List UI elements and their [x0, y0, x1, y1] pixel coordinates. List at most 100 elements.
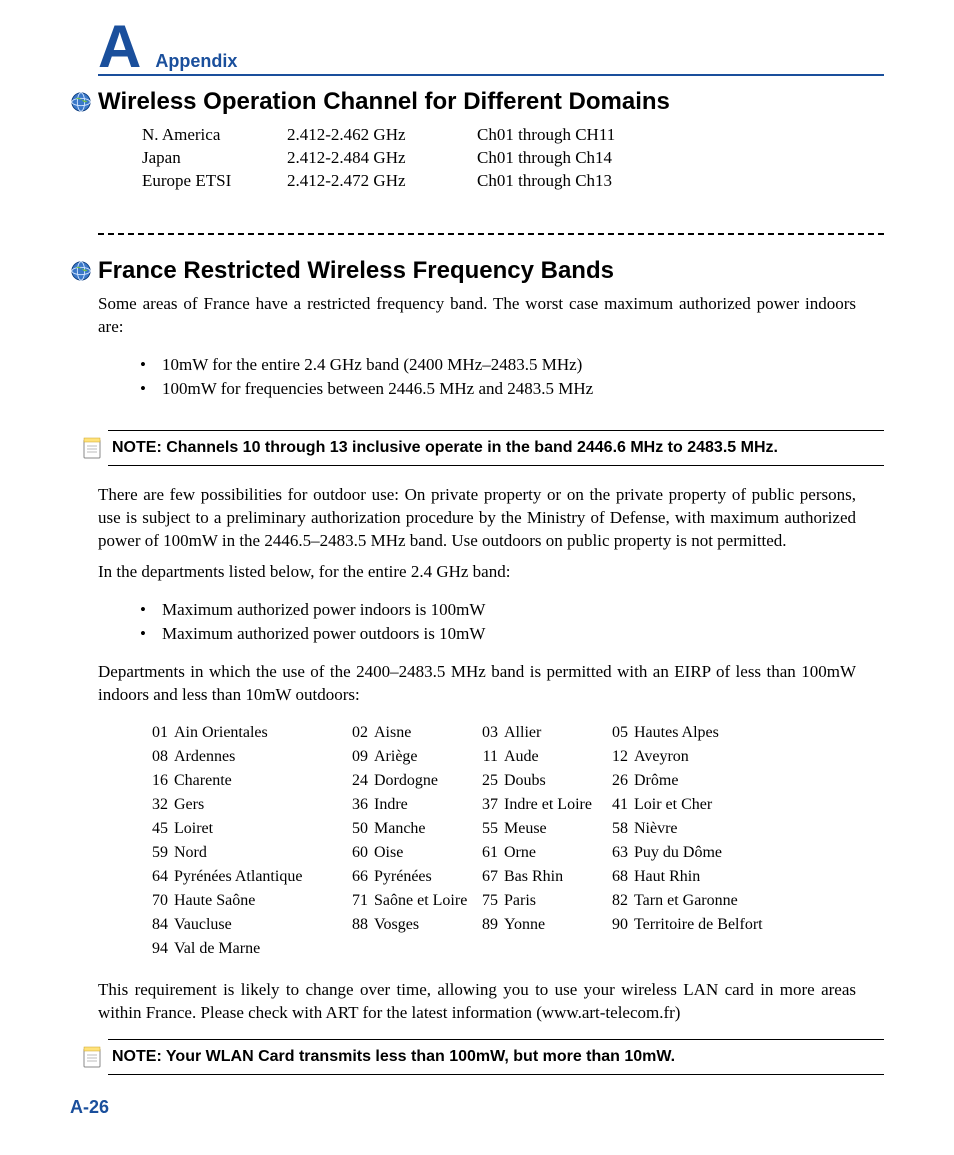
dept-cell — [602, 937, 802, 961]
dept-name: Aisne — [374, 721, 411, 745]
dept-name: Val de Marne — [174, 937, 260, 961]
list-item: Maximum authorized power indoors is 100m… — [140, 598, 884, 623]
list-item: 100mW for frequencies between 2446.5 MHz… — [140, 377, 884, 402]
dept-name: Vaucluse — [174, 913, 232, 937]
dept-name: Oise — [374, 841, 403, 865]
dept-cell: 68Haut Rhin — [602, 865, 802, 889]
dept-name: Saône et Loire — [374, 889, 467, 913]
dept-name: Indre — [374, 793, 408, 817]
dept-cell: 08Ardennes — [142, 745, 342, 769]
dept-number: 82 — [602, 889, 634, 913]
dept-number: 41 — [602, 793, 634, 817]
dept-cell: 75Paris — [472, 889, 602, 913]
section-wireless-channels: Wireless Operation Channel for Different… — [70, 88, 884, 193]
dept-name: Pyrénées — [374, 865, 432, 889]
table-row: 64Pyrénées Atlantique66Pyrénées67Bas Rhi… — [142, 865, 884, 889]
dept-cell: 41Loir et Cher — [602, 793, 802, 817]
dept-number: 36 — [342, 793, 374, 817]
table-row: Europe ETSI 2.412-2.472 GHz Ch01 through… — [142, 170, 884, 193]
table-row: 84Vaucluse88Vosges89Yonne90Territoire de… — [142, 913, 884, 937]
intro-paragraph: Some areas of France have a restricted f… — [98, 293, 856, 339]
dept-number: 25 — [472, 769, 504, 793]
freq-cell: 2.412-2.484 GHz — [287, 147, 477, 170]
table-row: 70Haute Saône71Saône et Loire75Paris82Ta… — [142, 889, 884, 913]
dept-number: 55 — [472, 817, 504, 841]
dept-cell: 63Puy du Dôme — [602, 841, 802, 865]
note-icon — [82, 1045, 102, 1067]
departments-intro: In the departments listed below, for the… — [98, 561, 856, 584]
appendix-letter: A — [98, 20, 141, 74]
dept-cell: 45Loiret — [142, 817, 342, 841]
dept-number: 89 — [472, 913, 504, 937]
dept-cell: 61Orne — [472, 841, 602, 865]
dept-name: Loir et Cher — [634, 793, 712, 817]
closing-paragraph: This requirement is likely to change ove… — [98, 979, 856, 1025]
dept-number: 12 — [602, 745, 634, 769]
dept-number: 11 — [472, 745, 504, 769]
dept-number: 59 — [142, 841, 174, 865]
dept-name: Haut Rhin — [634, 865, 700, 889]
channel-cell: Ch01 through Ch13 — [477, 170, 697, 193]
dept-cell: 60Oise — [342, 841, 472, 865]
dept-number: 16 — [142, 769, 174, 793]
dept-name: Ain Orientales — [174, 721, 268, 745]
dept-cell: 64Pyrénées Atlantique — [142, 865, 342, 889]
dept-name: Nièvre — [634, 817, 678, 841]
dept-name: Hautes Alpes — [634, 721, 719, 745]
dept-cell: 01Ain Orientales — [142, 721, 342, 745]
dept-cell: 50Manche — [342, 817, 472, 841]
dept-cell — [472, 937, 602, 961]
dept-name: Ardennes — [174, 745, 235, 769]
dept-name: Orne — [504, 841, 536, 865]
dept-cell: 09Ariège — [342, 745, 472, 769]
dept-number: 26 — [602, 769, 634, 793]
dept-cell: 66Pyrénées — [342, 865, 472, 889]
dept-cell: 90Territoire de Belfort — [602, 913, 802, 937]
dept-name: Nord — [174, 841, 207, 865]
outdoor-paragraph: There are few possibilities for outdoor … — [98, 484, 856, 553]
dept-name: Gers — [174, 793, 204, 817]
globe-icon — [70, 91, 92, 113]
dept-cell: 24Dordogne — [342, 769, 472, 793]
dept-name: Territoire de Belfort — [634, 913, 763, 937]
dept-number: 63 — [602, 841, 634, 865]
table-row: 45Loiret50Manche55Meuse58Nièvre — [142, 817, 884, 841]
dept-name: Puy du Dôme — [634, 841, 722, 865]
dept-name: Ariège — [374, 745, 418, 769]
dept-cell: 25Doubs — [472, 769, 602, 793]
table-row: 94Val de Marne — [142, 937, 884, 961]
appendix-label: Appendix — [155, 51, 237, 72]
dept-name: Bas Rhin — [504, 865, 563, 889]
dept-number: 61 — [472, 841, 504, 865]
note-icon — [82, 436, 102, 458]
dept-cell: 37Indre et Loire — [472, 793, 602, 817]
dept-name: Aveyron — [634, 745, 689, 769]
dept-number: 58 — [602, 817, 634, 841]
dept-number: 84 — [142, 913, 174, 937]
page-number: A-26 — [70, 1097, 884, 1118]
freq-cell: 2.412-2.462 GHz — [287, 124, 477, 147]
dept-cell: 36Indre — [342, 793, 472, 817]
note-block: NOTE: Channels 10 through 13 inclusive o… — [82, 430, 884, 466]
dept-number: 02 — [342, 721, 374, 745]
dept-number: 08 — [142, 745, 174, 769]
table-row: N. America 2.412-2.462 GHz Ch01 through … — [142, 124, 884, 147]
dept-cell: 89Yonne — [472, 913, 602, 937]
dept-number: 01 — [142, 721, 174, 745]
channel-cell: Ch01 through Ch14 — [477, 147, 697, 170]
dept-number: 67 — [472, 865, 504, 889]
dept-number: 09 — [342, 745, 374, 769]
dept-number: 64 — [142, 865, 174, 889]
dept-name: Allier — [504, 721, 541, 745]
list-item: Maximum authorized power outdoors is 10m… — [140, 622, 884, 647]
dept-cell: 12Aveyron — [602, 745, 802, 769]
dept-number: 90 — [602, 913, 634, 937]
dept-number: 66 — [342, 865, 374, 889]
dept-number: 03 — [472, 721, 504, 745]
departments-header: Departments in which the use of the 2400… — [98, 661, 856, 707]
dept-cell: 94Val de Marne — [142, 937, 342, 961]
table-row: 59Nord60Oise61Orne63Puy du Dôme — [142, 841, 884, 865]
dept-cell: 70Haute Saône — [142, 889, 342, 913]
dept-cell: 71Saône et Loire — [342, 889, 472, 913]
dept-cell — [342, 937, 472, 961]
